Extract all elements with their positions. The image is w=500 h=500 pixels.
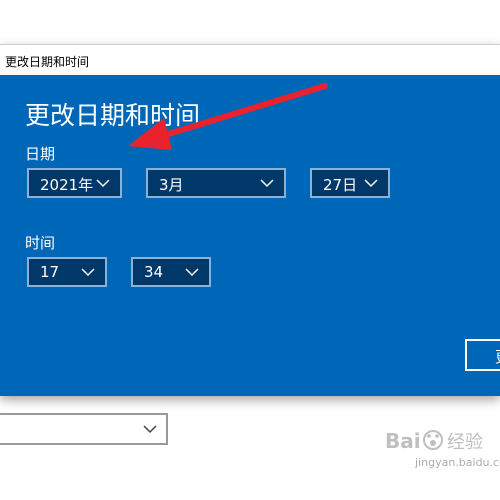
baidu-paw-logo: Bai 经验: [385, 429, 483, 453]
svg-text:经验: 经验: [447, 432, 483, 453]
update-button-label: 更: [495, 346, 500, 367]
dialog-heading: 更改日期和时间: [25, 101, 201, 130]
chevron-down-icon: [143, 425, 157, 434]
chevron-down-icon: [364, 179, 378, 188]
titlebar-text: 更改日期和时间: [5, 55, 90, 69]
change-date-time-dialog: 更改日期和时间 更改日期和时间 日期 2021年 3月 27日 时间 17 34: [0, 44, 500, 396]
day-dropdown[interactable]: 27日: [310, 168, 390, 198]
hour-value: 17: [40, 263, 60, 281]
date-label: 日期: [25, 145, 56, 163]
time-label: 时间: [25, 234, 56, 252]
year-value: 2021年: [40, 176, 94, 194]
svg-text:Bai: Bai: [385, 429, 421, 453]
update-button[interactable]: 更: [465, 339, 500, 371]
baidu-jingyan-watermark: Bai 经验 jingyan.baidu.com: [385, 426, 500, 474]
chevron-down-icon: [185, 268, 199, 277]
screen: 更改日期和时间 更改日期和时间 日期 2021年 3月 27日 时间 17 34…: [0, 0, 500, 500]
hour-dropdown[interactable]: 17: [27, 257, 107, 287]
minute-dropdown[interactable]: 34: [131, 257, 211, 287]
month-value: 3月: [159, 176, 184, 194]
watermark-subtext: jingyan.baidu.com: [415, 456, 500, 469]
chevron-down-icon: [260, 179, 274, 188]
year-dropdown[interactable]: 2021年: [27, 168, 122, 198]
chevron-down-icon: [96, 179, 110, 188]
day-value: 27日: [323, 176, 358, 194]
background-settings-dropdown[interactable]: [0, 413, 168, 445]
dialog-titlebar[interactable]: 更改日期和时间: [0, 44, 500, 75]
month-dropdown[interactable]: 3月: [146, 168, 286, 198]
chevron-down-icon: [81, 268, 95, 277]
minute-value: 34: [144, 263, 164, 281]
